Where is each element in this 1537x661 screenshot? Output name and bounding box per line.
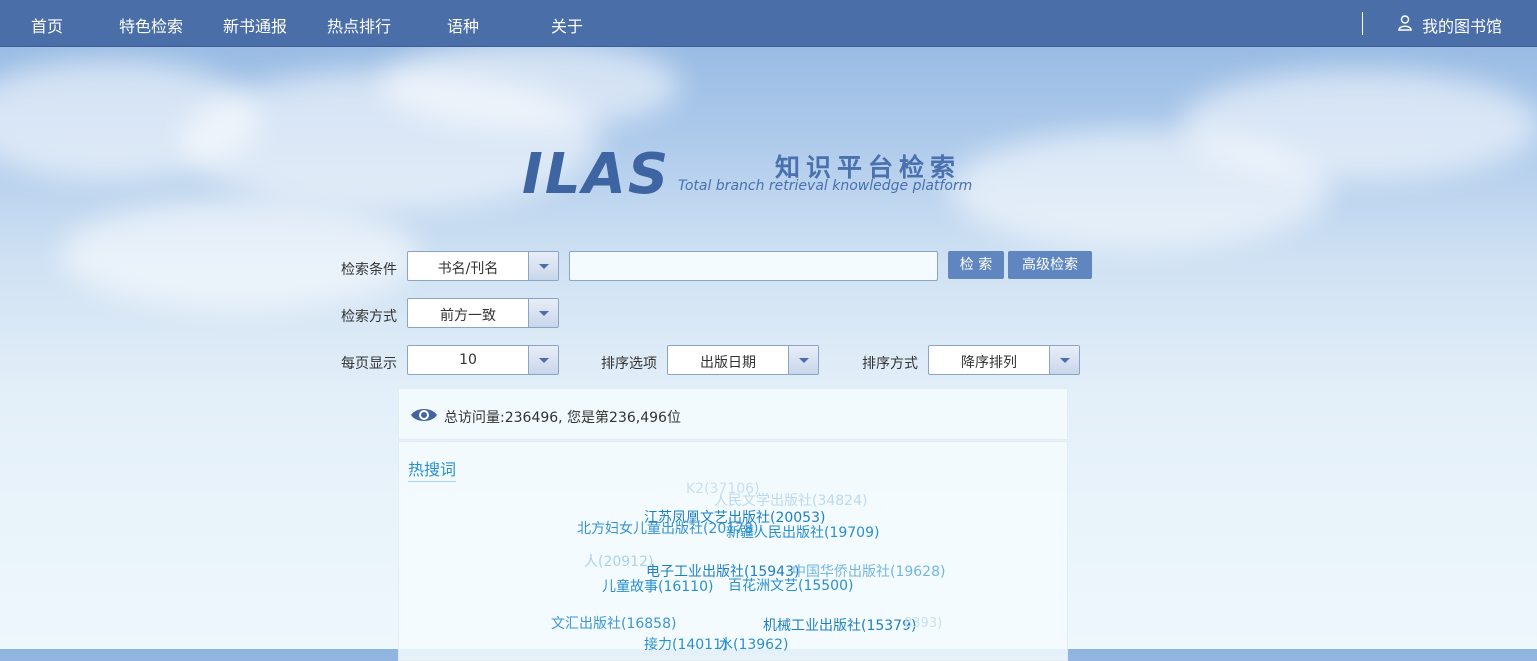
- logo-brand: ILAS: [522, 142, 671, 207]
- search-input[interactable]: [569, 251, 938, 281]
- sort-option-select[interactable]: 出版日期: [667, 345, 819, 375]
- hot-search-tag[interactable]: 百花洲文艺(15500): [728, 575, 853, 595]
- nav-item-language[interactable]: 语种: [447, 13, 479, 37]
- nav-divider: [1362, 12, 1363, 35]
- hot-search-panel: 热搜词 K2(37106) 人民文学出版社(34824) 江苏凤凰文艺出版社(200…: [398, 441, 1068, 661]
- nav-item-about[interactable]: 关于: [551, 13, 583, 37]
- sort-option-label: 排序选项: [601, 356, 657, 372]
- condition-select[interactable]: 书名/刊名: [407, 251, 559, 281]
- mode-label: 检索方式: [341, 309, 397, 325]
- hot-search-tag[interactable]: 新疆人民出版社(19709): [726, 522, 879, 542]
- search-button[interactable]: 检 索: [948, 251, 1004, 279]
- nav-item-special-search[interactable]: 特色检索: [119, 13, 183, 37]
- hot-search-tag[interactable]: 水(13962): [719, 634, 788, 654]
- sort-order-select-value: 降序排列: [961, 355, 1017, 371]
- cloud-decoration: [60, 200, 420, 310]
- hot-search-tag[interactable]: 接力(14011): [644, 634, 727, 654]
- hot-search-title: 热搜词: [408, 456, 457, 482]
- cloud-decoration: [380, 40, 680, 130]
- advanced-search-button[interactable]: 高级检索: [1008, 251, 1092, 279]
- per-page-select[interactable]: 10: [407, 345, 559, 375]
- top-nav: 首页 特色检索 新书通报 热点排行 语种 关于 我的图书馆: [0, 0, 1537, 47]
- chevron-down-icon[interactable]: [1049, 346, 1079, 374]
- mode-select[interactable]: 前方一致: [407, 298, 559, 328]
- nav-item-home[interactable]: 首页: [31, 13, 63, 37]
- chevron-down-icon[interactable]: [528, 346, 558, 374]
- sort-order-label: 排序方式: [862, 356, 918, 372]
- nav-item-new-books[interactable]: 新书通报: [223, 13, 287, 37]
- cloud-decoration: [1180, 70, 1537, 180]
- visits-panel: 总访问量:236496, 您是第236,496位: [398, 388, 1068, 440]
- hot-search-tag[interactable]: 文汇出版社(16858): [551, 613, 676, 633]
- hot-search-tag[interactable]: 8393): [904, 616, 942, 631]
- visit-counter: 总访问量:236496, 您是第236,496位: [444, 410, 681, 426]
- site-logo: ILAS 知识平台检索 Total branch retrieval knowl…: [520, 140, 980, 210]
- hot-search-tag[interactable]: 儿童故事(16110): [602, 576, 713, 596]
- condition-select-value: 书名/刊名: [437, 261, 499, 277]
- chevron-down-icon[interactable]: [788, 346, 818, 374]
- sort-order-select[interactable]: 降序排列: [928, 345, 1080, 375]
- user-icon: [1398, 15, 1412, 31]
- condition-label: 检索条件: [341, 262, 397, 278]
- per-page-label: 每页显示: [341, 356, 397, 372]
- per-page-select-value: 10: [459, 352, 477, 368]
- mode-select-value: 前方一致: [440, 308, 496, 324]
- chevron-down-icon[interactable]: [528, 299, 558, 327]
- hot-search-tag[interactable]: 机械工业出版社(15379): [763, 615, 916, 635]
- sort-option-select-value: 出版日期: [700, 355, 756, 371]
- eye-icon: [411, 409, 437, 421]
- nav-item-hot-ranking[interactable]: 热点排行: [327, 13, 391, 37]
- chevron-down-icon[interactable]: [528, 252, 558, 280]
- logo-subtitle: Total branch retrieval knowledge platfor…: [678, 178, 973, 194]
- hot-search-tag[interactable]: 人(20912): [584, 551, 653, 571]
- my-library-link[interactable]: 我的图书馆: [1422, 13, 1502, 37]
